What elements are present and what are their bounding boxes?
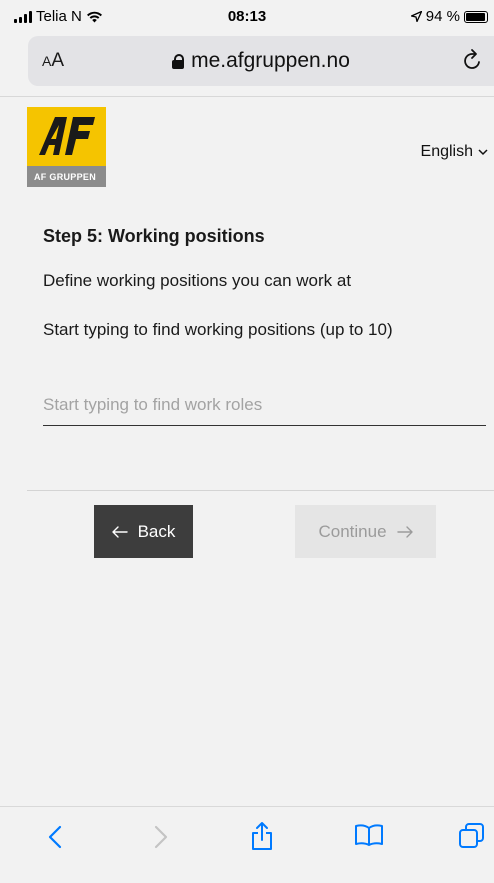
location-arrow-icon <box>410 11 422 22</box>
status-bar: Telia N 08:13 94 % <box>0 0 494 32</box>
logo-mark <box>39 117 95 155</box>
tabs-icon[interactable] <box>458 822 486 850</box>
battery-percent: 94 % <box>425 8 460 25</box>
forward-icon[interactable] <box>154 825 168 849</box>
chevron-down-icon <box>478 148 488 155</box>
lock-icon <box>172 54 185 69</box>
logo-text: AF GRUPPEN <box>27 166 106 187</box>
continue-button[interactable]: Continue <box>295 505 436 558</box>
url-text: me.afgruppen.no <box>191 49 350 72</box>
header-divider <box>0 96 494 97</box>
share-icon[interactable] <box>250 821 274 851</box>
arrow-right-icon <box>396 525 413 538</box>
step-title: Step 5: Working positions <box>43 226 265 246</box>
back-button[interactable]: Back <box>94 505 193 558</box>
step-instruction: Start typing to find working positions (… <box>43 320 393 339</box>
step-description: Define working positions you can work at <box>43 271 352 290</box>
bookmarks-icon[interactable] <box>354 823 384 847</box>
browser-toolbar <box>0 806 494 883</box>
reload-icon[interactable] <box>462 48 484 72</box>
work-roles-search-input[interactable] <box>43 384 486 426</box>
url-field[interactable]: me.afgruppen.no <box>28 49 494 73</box>
continue-label: Continue <box>318 521 387 541</box>
battery-icon <box>464 10 488 23</box>
back-icon[interactable] <box>48 825 62 849</box>
section-divider <box>27 490 494 491</box>
status-right: 94 % <box>410 8 488 25</box>
address-bar[interactable]: AA me.afgruppen.no <box>28 36 494 86</box>
language-label: English <box>420 143 473 160</box>
af-gruppen-logo[interactable]: AF GRUPPEN <box>27 107 106 187</box>
back-label: Back <box>137 521 176 541</box>
language-selector[interactable]: English <box>421 143 488 161</box>
arrow-left-icon <box>111 525 128 538</box>
